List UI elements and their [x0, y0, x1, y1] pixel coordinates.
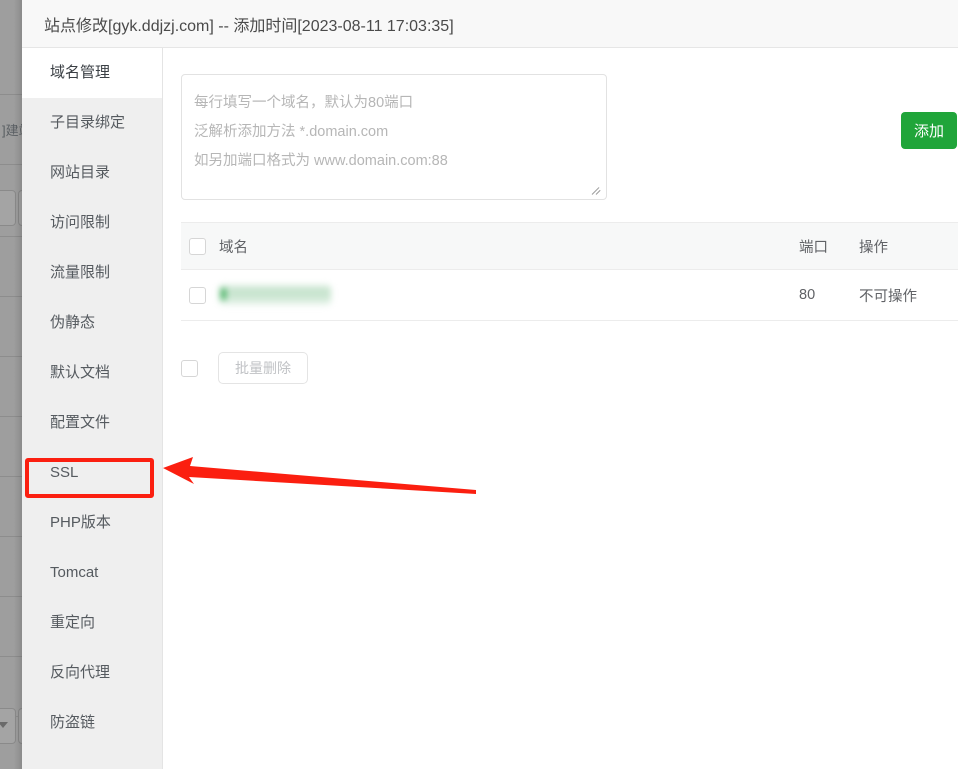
dialog-sidebar: 域名管理 子目录绑定 网站目录 访问限制 流量限制 伪静态 默认文档 配置文件	[22, 48, 163, 769]
sidebar-item-label: 流量限制	[50, 264, 111, 281]
row-checkbox[interactable]	[189, 286, 206, 304]
table-header-port: 端口	[799, 222, 859, 270]
sidebar-item-label: 重定向	[50, 614, 96, 631]
sidebar-item-traffic-limit[interactable]: 流量限制	[22, 248, 162, 298]
screen-root: ]建站 站点修改[gyk.ddjzj.com] -- 添加时间[2023-08-…	[0, 0, 958, 769]
row-domain-cell	[219, 269, 799, 321]
table-header-operation: 操作	[859, 222, 958, 270]
select-all-checkbox[interactable]	[189, 237, 206, 255]
table-header-row: 域名 端口 操作	[181, 222, 958, 270]
domain-management-panel: 添加	[163, 48, 958, 769]
sidebar-item-label: 网站目录	[50, 164, 111, 181]
sidebar-item-ssl[interactable]: SSL	[22, 448, 162, 498]
sidebar-item-tomcat[interactable]: Tomcat	[22, 548, 162, 598]
backdrop-shadow	[14, 0, 22, 769]
table-row: 80 不可操作	[181, 269, 958, 321]
sidebar-item-label: SSL	[50, 464, 79, 481]
sidebar-item-label: 配置文件	[50, 414, 111, 431]
sidebar-item-access-restriction[interactable]: 访问限制	[22, 198, 162, 248]
sidebar-item-label: 子目录绑定	[50, 114, 126, 131]
sidebar-item-php-version[interactable]: PHP版本	[22, 498, 162, 548]
add-button[interactable]: 添加	[901, 112, 957, 149]
sidebar-item-label: PHP版本	[50, 514, 111, 531]
sidebar-item-reverse-proxy[interactable]: 反向代理	[22, 648, 162, 698]
bulk-delete-button[interactable]: 批量删除	[218, 352, 308, 384]
sidebar-item-config-file[interactable]: 配置文件	[22, 398, 162, 448]
table-header-port-label: 端口	[799, 239, 828, 256]
sidebar-item-domain-management[interactable]: 域名管理	[22, 48, 162, 98]
redacted-domain-value	[219, 284, 331, 306]
sidebar-item-label: 默认文档	[50, 364, 111, 381]
sidebar-item-label: 访问限制	[50, 214, 111, 231]
sidebar-item-site-directory[interactable]: 网站目录	[22, 148, 162, 198]
site-edit-dialog: 站点修改[gyk.ddjzj.com] -- 添加时间[2023-08-11 1…	[22, 0, 958, 769]
bulk-select-checkbox[interactable]	[181, 359, 198, 377]
sidebar-item-label: 反向代理	[50, 664, 111, 681]
dialog-header: 站点修改[gyk.ddjzj.com] -- 添加时间[2023-08-11 1…	[22, 0, 958, 48]
row-port-cell: 80	[799, 269, 859, 321]
domain-input[interactable]	[181, 74, 607, 200]
dialog-title: 站点修改[gyk.ddjzj.com] -- 添加时间[2023-08-11 1…	[44, 18, 454, 35]
row-operation-cell: 不可操作	[859, 269, 958, 321]
sidebar-item-anti-leech[interactable]: 防盗链	[22, 698, 162, 748]
bulk-action-bar: 批量删除	[181, 352, 308, 384]
table-header-domain-label: 域名	[219, 239, 248, 256]
domain-table: 域名 端口 操作 80 不可操作	[181, 222, 958, 321]
table-header-operation-label: 操作	[859, 239, 888, 256]
sidebar-item-label: 防盗链	[50, 714, 96, 731]
sidebar-item-subdirectory-binding[interactable]: 子目录绑定	[22, 98, 162, 148]
sidebar-item-rewrite[interactable]: 伪静态	[22, 298, 162, 348]
sidebar-item-label: 伪静态	[50, 314, 96, 331]
sidebar-item-label: 域名管理	[50, 64, 111, 81]
row-select-cell	[181, 269, 219, 321]
sidebar-item-label: Tomcat	[50, 564, 99, 581]
chevron-down-icon	[0, 722, 8, 728]
page-backdrop: ]建站	[0, 0, 22, 769]
table-header-domain: 域名	[219, 222, 799, 270]
table-header-select-all-cell	[181, 222, 219, 270]
sidebar-item-redirect[interactable]: 重定向	[22, 598, 162, 648]
sidebar-item-default-document[interactable]: 默认文档	[22, 348, 162, 398]
